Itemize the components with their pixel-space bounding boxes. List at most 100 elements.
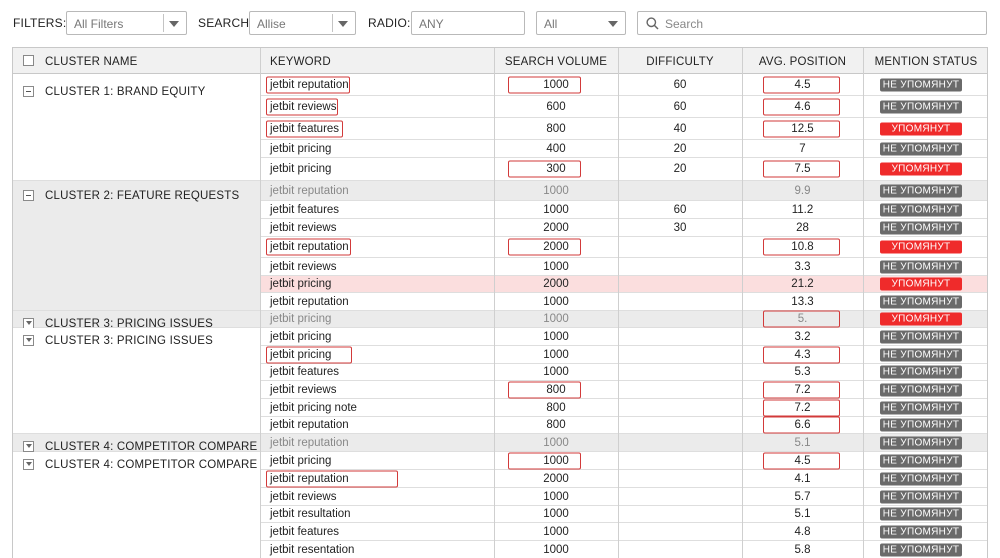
table-row[interactable]: jetbit reputation 2000 4.1 НЕ УПОМЯНУТ xyxy=(260,470,987,488)
avg-position-cell: 4.1 xyxy=(794,472,811,485)
header-difficulty[interactable]: DIFFICULTY xyxy=(618,56,742,68)
column-divider xyxy=(742,48,743,558)
table-row[interactable]: jetbit reputation 2000 10.8 УПОМЯНУТ xyxy=(260,237,987,258)
table-row[interactable]: jetbit pricing 300 20 7.5 УПОМЯНУТ xyxy=(260,158,987,181)
search-volume-cell: 1000 xyxy=(543,348,569,361)
table-row[interactable]: jetbit features 1000 4.8 НЕ УПОМЯНУТ xyxy=(260,523,987,541)
radio-input[interactable]: ANY xyxy=(411,11,525,35)
keyword-cell[interactable]: jetbit features xyxy=(270,204,339,216)
table-row[interactable]: jetbit features 800 40 12.5 УПОМЯНУТ xyxy=(260,118,987,140)
header-mention-status[interactable]: MENTION STATUS xyxy=(863,56,987,68)
select-all-checkbox[interactable] xyxy=(23,55,34,66)
table-row[interactable]: jetbit features 1000 5.3 НЕ УПОМЯНУТ xyxy=(260,364,987,381)
table-row[interactable]: jetbit resultation 1000 5.1 НЕ УПОМЯНУТ xyxy=(260,506,987,523)
difficulty-cell: 20 xyxy=(673,142,687,155)
all-select-value: All xyxy=(544,17,558,31)
table-row[interactable]: jetbit features 1000 60 11.2 НЕ УПОМЯНУТ xyxy=(260,201,987,219)
mention-status-badge: НЕ УПОМЯНУТ xyxy=(880,221,962,234)
search-volume-cell: 1000 xyxy=(543,184,569,197)
difficulty-cell: 40 xyxy=(673,122,687,135)
table-row[interactable]: jetbit reputation 800 6.6 НЕ УПОМЯНУТ xyxy=(260,416,987,434)
table-row[interactable]: jetbit pricing 1000 5. УПОМЯНУТ xyxy=(260,310,987,328)
select-divider xyxy=(163,14,164,32)
keyword-cell[interactable]: jetbit features xyxy=(270,366,339,378)
table-row[interactable]: jetbit pricing 1000 4.3 НЕ УПОМЯНУТ xyxy=(260,346,987,364)
table-row[interactable]: jetbit pricing 1000 3.2 НЕ УПОМЯНУТ xyxy=(260,328,987,346)
mention-status-badge: НЕ УПОМЯНУТ xyxy=(880,365,962,379)
avg-position-cell: 3.3 xyxy=(794,260,811,273)
keyword-cell[interactable]: jetbit reputation xyxy=(270,419,349,431)
collapse-icon[interactable] xyxy=(23,190,34,201)
cluster-group-cell: CLUSTER 2: FEATURE REQUESTS xyxy=(13,181,260,311)
collapse-icon[interactable] xyxy=(23,86,34,97)
table-row[interactable]: jetbit reputation 1000 60 4.5 НЕ УПОМЯНУТ xyxy=(260,74,987,96)
expand-chevron-icon[interactable] xyxy=(23,335,34,346)
table-row[interactable]: jetbit reviews 1000 3.3 НЕ УПОМЯНУТ xyxy=(260,258,987,276)
keyword-cell[interactable]: jetbit reputation xyxy=(270,185,349,197)
expand-chevron-icon[interactable] xyxy=(23,441,34,452)
search-input[interactable]: Search xyxy=(637,11,987,35)
keyword-cell[interactable]: jetbit features xyxy=(270,526,339,538)
search-volume-cell: 800 xyxy=(546,401,566,414)
keyword-cell[interactable]: jetbit pricing xyxy=(270,313,331,325)
keyword-cell[interactable]: jetbit reputation xyxy=(270,79,349,91)
keyword-cell[interactable]: jetbit pricing xyxy=(270,143,331,155)
table-row[interactable]: jetbit reviews 1000 5.7 НЕ УПОМЯНУТ xyxy=(260,488,987,506)
table-row[interactable]: jetbit pricing 400 20 7 НЕ УПОМЯНУТ xyxy=(260,140,987,158)
keyword-cell[interactable]: jetbit reviews xyxy=(270,261,336,273)
mention-status-badge: НЕ УПОМЯНУТ xyxy=(880,383,962,396)
cluster-name[interactable]: CLUSTER 1: BRAND EQUITY xyxy=(45,86,206,98)
search-volume-cell: 1000 xyxy=(543,313,569,325)
avg-position-cell: 21.2 xyxy=(791,278,814,290)
search-volume-cell: 1000 xyxy=(543,525,569,538)
table-row[interactable]: jetbit pricing note 800 7.2 НЕ УПОМЯНУТ xyxy=(260,399,987,417)
mention-status-badge: УПОМЯНУТ xyxy=(880,240,962,254)
keyword-cell[interactable]: jetbit reputation xyxy=(270,437,349,449)
search-volume-cell: 1000 xyxy=(543,366,569,378)
keyword-cell[interactable]: jetbit pricing xyxy=(270,331,331,343)
keyword-cell[interactable]: jetbit reputation xyxy=(270,296,349,308)
keyword-cell[interactable]: jetbit reviews xyxy=(270,384,336,396)
keyword-cell[interactable]: jetbit reputation xyxy=(270,473,349,485)
search-select[interactable]: Allise xyxy=(249,11,356,35)
keyword-cell[interactable]: jetbit pricing xyxy=(270,349,331,361)
keyword-cell[interactable]: jetbit resultation xyxy=(270,508,351,520)
keyword-cell[interactable]: jetbit pricing note xyxy=(270,402,357,414)
table-row[interactable]: jetbit reputation 1000 5.1 НЕ УПОМЯНУТ xyxy=(260,434,987,452)
keyword-cell[interactable]: jetbit resentation xyxy=(270,544,354,556)
keyword-cell[interactable]: jetbit pricing xyxy=(270,163,331,175)
keyword-cell[interactable]: jetbit features xyxy=(270,123,339,135)
cluster-name[interactable]: CLUSTER 3: PRICING ISSUES xyxy=(45,335,213,347)
table-row[interactable]: jetbit pricing 1000 4.5 НЕ УПОМЯНУТ xyxy=(260,452,987,470)
table-row[interactable]: jetbit reviews 600 60 4.6 НЕ УПОМЯНУТ xyxy=(260,96,987,118)
header-cluster-name[interactable]: CLUSTER NAME xyxy=(45,56,138,68)
search-icon xyxy=(646,17,659,30)
table-row[interactable]: jetbit resentation 1000 5.8 НЕ УПОМЯНУТ xyxy=(260,541,987,558)
table-row[interactable]: jetbit reputation 1000 13.3 НЕ УПОМЯНУТ xyxy=(260,293,987,311)
header-avg-position[interactable]: AVG. POSITION xyxy=(742,56,863,68)
mention-status-badge: УПОМЯНУТ xyxy=(880,277,962,291)
header-search-volume[interactable]: SEARCH VOLUME xyxy=(494,56,618,68)
keyword-cell[interactable]: jetbit pricing xyxy=(270,455,331,467)
avg-position-cell: 5.1 xyxy=(794,436,811,449)
filters-select[interactable]: All Filters xyxy=(66,11,187,35)
expand-chevron-icon[interactable] xyxy=(23,459,34,470)
radio-input-value: ANY xyxy=(419,17,444,31)
avg-position-cell: 4.5 xyxy=(794,454,811,467)
search-label: SEARCH: xyxy=(198,16,253,30)
keyword-cell[interactable]: jetbit pricing xyxy=(270,278,331,290)
keyword-cell[interactable]: jetbit reputation xyxy=(270,241,349,253)
table-row[interactable]: jetbit pricing 2000 21.2 УПОМЯНУТ xyxy=(260,276,987,293)
cluster-name[interactable]: CLUSTER 4: COMPETITOR COMPARE xyxy=(45,459,257,471)
keyword-cell[interactable]: jetbit reviews xyxy=(270,491,336,503)
keyword-cell[interactable]: jetbit reviews xyxy=(270,222,336,234)
all-select[interactable]: All xyxy=(536,11,626,35)
search-placeholder: Search xyxy=(665,17,704,31)
table-row[interactable]: jetbit reviews 2000 30 28 НЕ УПОМЯНУТ xyxy=(260,219,987,237)
table-row[interactable]: jetbit reputation 1000 9.9 НЕ УПОМЯНУТ xyxy=(260,181,987,201)
header-keyword[interactable]: KEYWORD xyxy=(270,56,331,68)
table-row[interactable]: jetbit reviews 800 7.2 НЕ УПОМЯНУТ xyxy=(260,381,987,399)
cluster-group-cell: CLUSTER 4: COMPETITOR COMPARE xyxy=(13,434,260,453)
cluster-name[interactable]: CLUSTER 2: FEATURE REQUESTS xyxy=(45,190,239,202)
keyword-cell[interactable]: jetbit reviews xyxy=(270,101,336,113)
